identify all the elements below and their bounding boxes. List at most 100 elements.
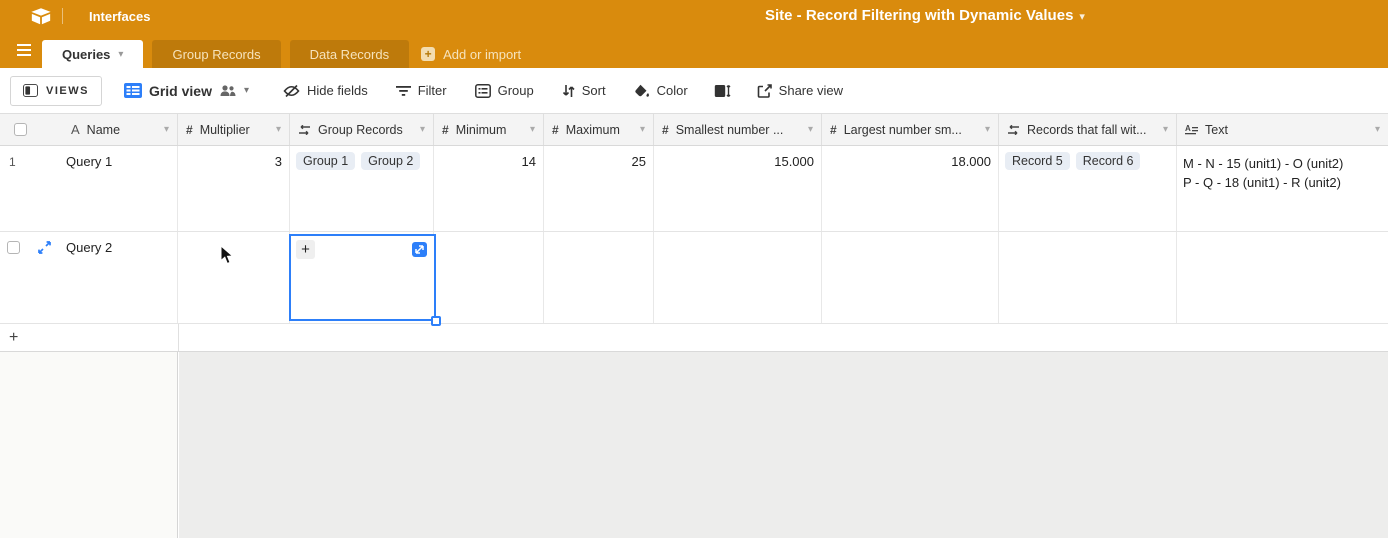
cell-largest-number[interactable] <box>822 232 999 323</box>
add-linked-record-button[interactable]: + <box>296 240 315 259</box>
cell-text[interactable]: M - N - 15 (unit1) - O (unit2) P - Q - 1… <box>1177 146 1388 231</box>
column-caret-icon[interactable]: ▾ <box>808 124 813 135</box>
airtable-logo-icon[interactable] <box>30 7 52 26</box>
share-view-icon <box>757 84 772 98</box>
linked-record-chip[interactable]: Record 6 <box>1076 152 1141 170</box>
grid-column-headers: A Name ▾ # Multiplier ▾ Group Records ▾ … <box>0 114 1388 146</box>
field-type-text-icon: A <box>71 122 80 137</box>
cell-maximum[interactable] <box>544 232 654 323</box>
column-header-minimum[interactable]: # Minimum ▾ <box>434 114 544 145</box>
expand-record-icon[interactable] <box>38 241 51 254</box>
select-all-checkbox[interactable] <box>14 123 27 136</box>
row-gutter <box>0 232 66 323</box>
field-type-link-icon <box>1007 125 1020 135</box>
cell-group-records[interactable]: Group 1 Group 2 <box>290 146 434 231</box>
field-type-number-icon: # <box>186 123 193 137</box>
text-line: M - N - 15 (unit1) - O (unit2) <box>1183 154 1382 173</box>
column-caret-icon[interactable]: ▾ <box>530 124 535 135</box>
column-caret-icon[interactable]: ▾ <box>985 124 990 135</box>
view-caret-icon: ▾ <box>244 85 249 96</box>
linked-record-chip[interactable]: Record 5 <box>1005 152 1070 170</box>
page-title[interactable]: Site - Record Filtering with Dynamic Val… <box>765 7 1085 24</box>
hide-fields-button[interactable]: Hide fields <box>283 83 368 98</box>
cell-multiplier[interactable] <box>178 232 290 323</box>
column-header-smallest-number[interactable]: # Smallest number ... ▾ <box>654 114 822 145</box>
column-caret-icon[interactable]: ▾ <box>276 124 281 135</box>
column-caret-icon[interactable]: ▾ <box>1163 124 1168 135</box>
row-gutter: 1 <box>0 146 66 231</box>
grid-empty-area <box>0 352 1388 538</box>
tab-queries[interactable]: Queries▾ <box>42 40 143 68</box>
cell-smallest-number[interactable] <box>654 232 822 323</box>
share-view-button[interactable]: Share view <box>757 83 843 98</box>
cell-text[interactable] <box>1177 232 1388 323</box>
color-button[interactable]: Color <box>634 83 688 98</box>
color-icon <box>634 84 650 98</box>
row-height-icon <box>714 84 731 98</box>
field-type-number-icon: # <box>830 123 837 137</box>
column-header-multiplier[interactable]: # Multiplier ▾ <box>178 114 290 145</box>
cell-smallest-number[interactable]: 15.000 <box>654 146 822 231</box>
filter-button[interactable]: Filter <box>396 83 447 98</box>
sort-button[interactable]: Sort <box>562 83 606 98</box>
column-header-text[interactable]: A Text ▾ <box>1177 114 1388 145</box>
topbar-divider <box>62 8 63 24</box>
cell-name[interactable]: 1 Query 1 <box>0 146 178 231</box>
field-type-number-icon: # <box>552 123 559 137</box>
column-caret-icon[interactable]: ▾ <box>640 124 645 135</box>
sidebar-toggle-icon <box>23 84 38 97</box>
primary-cell-value: Query 2 <box>66 232 112 323</box>
group-button[interactable]: Group <box>475 83 534 98</box>
column-header-group-records[interactable]: Group Records ▾ <box>290 114 434 145</box>
column-header-largest-number[interactable]: # Largest number sm... ▾ <box>822 114 999 145</box>
menu-hamburger-icon[interactable] <box>10 36 42 64</box>
app-name: Interfaces <box>89 9 150 24</box>
linked-record-chip[interactable]: Group 1 <box>296 152 355 170</box>
table-row-query-1[interactable]: 1 Query 1 3 Group 1Group 2 14 25 15.000 … <box>0 146 1388 232</box>
plus-square-icon: + <box>421 47 435 61</box>
column-header-name[interactable]: A Name ▾ <box>0 114 178 145</box>
hide-fields-icon <box>283 84 300 98</box>
add-or-import-button[interactable]: +Add or import <box>421 40 521 68</box>
column-header-records-that-fall[interactable]: Records that fall wit... ▾ <box>999 114 1177 145</box>
cell-minimum[interactable] <box>434 232 544 323</box>
grid-view-selector[interactable]: Grid view ▾ <box>124 83 249 99</box>
title-caret-icon: ▾ <box>1079 11 1085 23</box>
fill-handle[interactable] <box>431 316 441 326</box>
add-row-button[interactable]: + <box>9 330 18 346</box>
tab-data-records[interactable]: Data Records <box>290 40 409 68</box>
column-caret-icon[interactable]: ▾ <box>420 124 425 135</box>
filter-icon <box>396 85 411 97</box>
tab-caret-icon: ▾ <box>118 49 123 60</box>
cell-multiplier[interactable]: 3 <box>178 146 290 231</box>
view-toolbar: VIEWS Grid view ▾ Hide fields Filter Gro… <box>0 68 1388 114</box>
expand-cell-icon[interactable] <box>412 242 427 257</box>
primary-cell-value: Query 1 <box>66 146 112 231</box>
cell-records-that-fall[interactable] <box>999 232 1177 323</box>
airtable-interface-window: Interfaces Site - Record Filtering with … <box>0 0 1388 538</box>
column-divider <box>178 324 179 351</box>
field-type-number-icon: # <box>442 123 449 137</box>
linked-record-chip[interactable]: Group 2 <box>361 152 420 170</box>
cell-name[interactable]: Query 2 <box>0 232 178 323</box>
cell-minimum[interactable]: 14 <box>434 146 544 231</box>
row-select-checkbox[interactable] <box>7 241 20 254</box>
empty-area-left-panel <box>0 352 178 538</box>
tab-group-records[interactable]: Group Records <box>152 40 280 68</box>
cell-largest-number[interactable]: 18.000 <box>822 146 999 231</box>
text-line: P - Q - 18 (unit1) - R (unit2) <box>1183 173 1382 192</box>
cell-records-that-fall[interactable]: Record 5 Record 6 <box>999 146 1177 231</box>
row-height-button[interactable] <box>714 84 731 98</box>
selected-cell-group-records[interactable]: + <box>289 234 436 321</box>
field-type-number-icon: # <box>662 123 669 137</box>
add-row-band: + <box>0 324 1388 352</box>
column-header-maximum[interactable]: # Maximum ▾ <box>544 114 654 145</box>
column-caret-icon[interactable]: ▾ <box>1375 124 1380 135</box>
views-button[interactable]: VIEWS <box>10 76 102 106</box>
column-caret-icon[interactable]: ▾ <box>164 124 169 135</box>
collaborators-icon <box>219 84 237 97</box>
table-row-query-2[interactable]: Query 2 <box>0 232 1388 324</box>
empty-area-right-panel <box>179 352 1388 538</box>
cell-maximum[interactable]: 25 <box>544 146 654 231</box>
row-number: 1 <box>0 155 16 169</box>
